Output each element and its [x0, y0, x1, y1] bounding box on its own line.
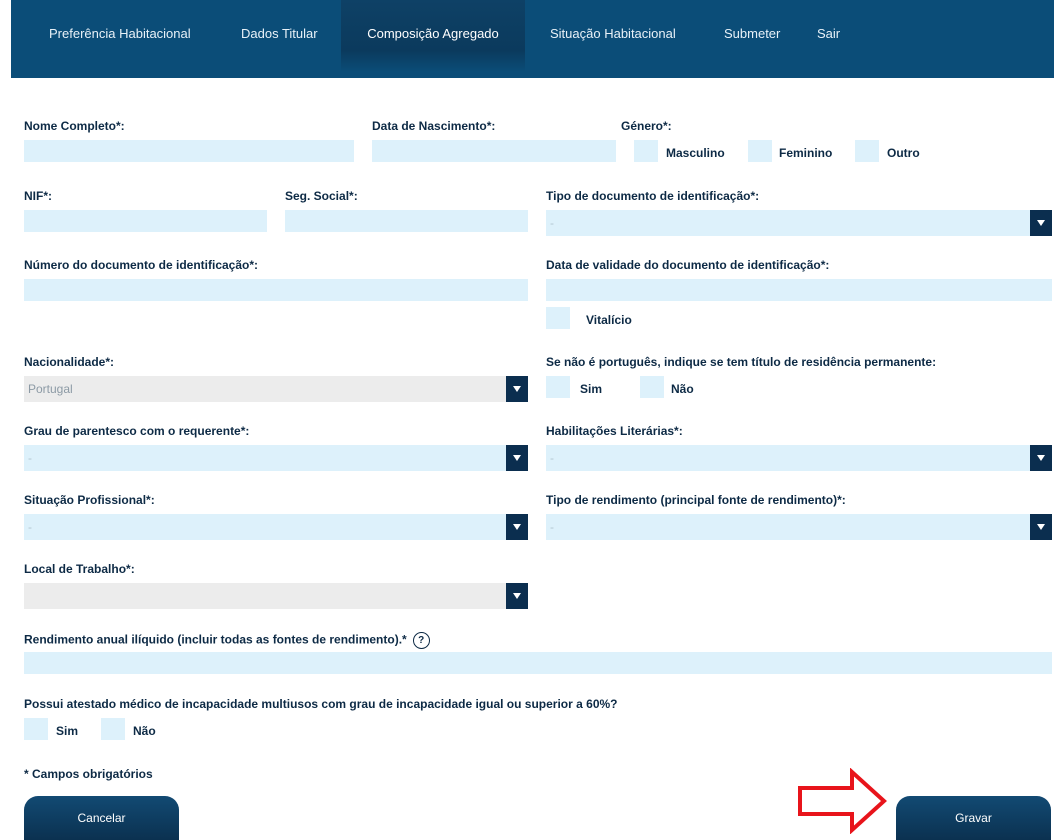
nif-label: NIF*:	[24, 189, 52, 203]
situacao-value: -	[28, 520, 32, 534]
rendimento-anual-label: Rendimento anual ilíquido (incluir todas…	[24, 632, 407, 647]
atestado-sim-checkbox[interactable]	[24, 718, 48, 740]
rendimento-anual-input[interactable]	[24, 652, 1052, 674]
nacionalidade-select[interactable]: Portugal	[24, 376, 528, 402]
nome-label: Nome Completo*:	[24, 119, 125, 133]
genero-masculino-label: Masculino	[666, 146, 725, 160]
residencia-label: Se não é português, indique se tem títul…	[546, 355, 937, 369]
vitalicio-label: Vitalício	[586, 313, 632, 327]
tab-dados-titular[interactable]: Dados Titular	[241, 0, 318, 72]
residencia-sim-label: Sim	[580, 382, 603, 396]
help-icon[interactable]: ?	[412, 632, 430, 649]
residencia-sim-checkbox[interactable]	[546, 376, 570, 398]
tipo-doc-value: -	[550, 216, 554, 230]
nascimento-label: Data de Nascimento*:	[372, 119, 496, 133]
tab-preferencia-habitacional[interactable]: Preferência Habitacional	[49, 0, 191, 72]
num-doc-input[interactable]	[24, 279, 528, 301]
genero-outro-label: Outro	[887, 146, 920, 160]
genero-outro-checkbox[interactable]	[855, 140, 879, 162]
tab-composicao-agregado[interactable]: Composição Agregado	[341, 0, 525, 72]
chevron-down-icon[interactable]	[1030, 514, 1052, 540]
chevron-down-icon[interactable]	[1030, 210, 1052, 236]
habilitacoes-label: Habilitações Literárias*:	[546, 424, 683, 438]
atestado-nao-label: Não	[133, 724, 156, 738]
local-label: Local de Trabalho*:	[24, 562, 135, 576]
genero-feminino-checkbox[interactable]	[748, 140, 772, 162]
tab-sair[interactable]: Sair	[817, 0, 840, 72]
seg-social-input[interactable]	[285, 210, 528, 232]
tab-situacao-habitacional[interactable]: Situação Habitacional	[550, 0, 676, 72]
validade-input[interactable]	[546, 279, 1052, 301]
parentesco-select[interactable]: -	[24, 445, 528, 471]
chevron-down-icon[interactable]	[506, 514, 528, 540]
habilitacoes-select[interactable]: -	[546, 445, 1052, 471]
residencia-nao-label: Não	[671, 382, 694, 396]
chevron-down-icon[interactable]	[506, 583, 528, 609]
rendimento-tipo-label: Tipo de rendimento (principal fonte de r…	[546, 493, 846, 507]
chevron-down-icon[interactable]	[506, 445, 528, 471]
tab-submeter[interactable]: Submeter	[724, 0, 780, 72]
vitalicio-checkbox[interactable]	[546, 307, 570, 329]
genero-feminino-label: Feminino	[779, 146, 833, 160]
required-fields-note: * Campos obrigatórios	[24, 767, 153, 781]
situacao-select[interactable]: -	[24, 514, 528, 540]
atestado-sim-label: Sim	[56, 724, 79, 738]
nif-input[interactable]	[24, 210, 267, 232]
rendimento-tipo-value: -	[550, 520, 554, 534]
tipo-doc-label: Tipo de documento de identificação*:	[546, 189, 760, 203]
arrow-right-annotation-icon	[798, 768, 887, 834]
parentesco-value: -	[28, 451, 32, 465]
local-select[interactable]	[24, 583, 528, 609]
habilitacoes-value: -	[550, 451, 554, 465]
nascimento-input[interactable]	[372, 140, 616, 162]
nome-input[interactable]	[24, 140, 354, 162]
top-navigation: Preferência Habitacional Dados Titular C…	[11, 0, 1054, 78]
situacao-label: Situação Profissional*:	[24, 493, 155, 507]
save-button[interactable]: Gravar	[896, 796, 1051, 840]
rendimento-tipo-select[interactable]: -	[546, 514, 1052, 540]
parentesco-label: Grau de parentesco com o requerente*:	[24, 424, 250, 438]
cancel-button[interactable]: Cancelar	[24, 796, 179, 840]
genero-label: Género*:	[621, 119, 672, 133]
residencia-nao-checkbox[interactable]	[640, 376, 664, 398]
chevron-down-icon[interactable]	[1030, 445, 1052, 471]
atestado-nao-checkbox[interactable]	[101, 718, 125, 740]
atestado-label: Possui atestado médico de incapacidade m…	[24, 697, 618, 711]
rendimento-anual-label-wrap: Rendimento anual ilíquido (incluir todas…	[24, 632, 430, 649]
num-doc-label: Número do documento de identificação*:	[24, 258, 259, 272]
tipo-doc-select[interactable]: -	[546, 210, 1052, 236]
validade-label: Data de validade do documento de identif…	[546, 258, 830, 272]
seg-social-label: Seg. Social*:	[285, 189, 358, 203]
nacionalidade-label: Nacionalidade*:	[24, 355, 115, 369]
genero-masculino-checkbox[interactable]	[634, 140, 658, 162]
nacionalidade-value: Portugal	[28, 382, 73, 396]
chevron-down-icon[interactable]	[506, 376, 528, 402]
